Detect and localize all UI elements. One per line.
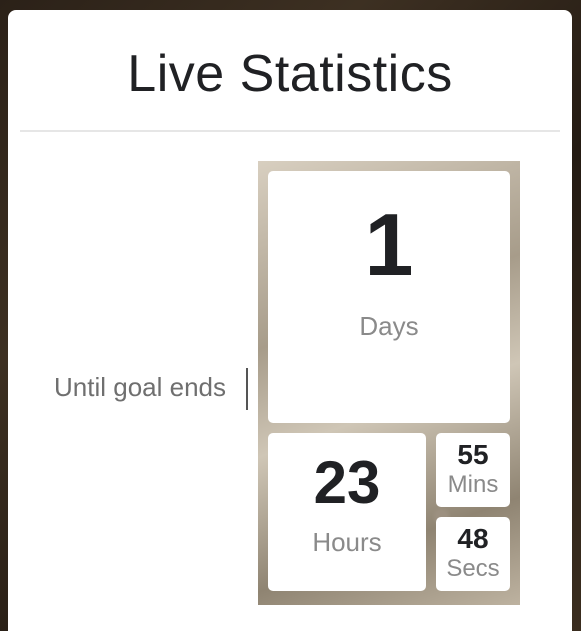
- live-statistics-card: Live Statistics Until goal ends 1 Days 2…: [8, 10, 572, 631]
- days-value: 1: [364, 195, 414, 294]
- minutes-tile: 55 Mins: [436, 433, 510, 507]
- hours-value: 23: [313, 449, 381, 516]
- minutes-value: 55: [457, 439, 489, 470]
- seconds-tile: 48 Secs: [436, 517, 510, 591]
- days-unit: Days: [359, 311, 419, 341]
- seconds-unit: Secs: [446, 555, 500, 582]
- hours-unit: Hours: [312, 527, 382, 557]
- countdown-grid: 1 Days 23 Hours 55 Mins 48 Secs: [258, 161, 520, 605]
- label-separator: [246, 368, 248, 410]
- card-title: Live Statistics: [127, 45, 453, 103]
- hours-tile: 23 Hours: [268, 433, 426, 591]
- title-divider: [20, 130, 560, 132]
- countdown-label: Until goal ends: [54, 372, 226, 402]
- minutes-unit: Mins: [447, 471, 499, 498]
- seconds-value: 48: [457, 523, 489, 554]
- days-tile: 1 Days: [268, 171, 510, 423]
